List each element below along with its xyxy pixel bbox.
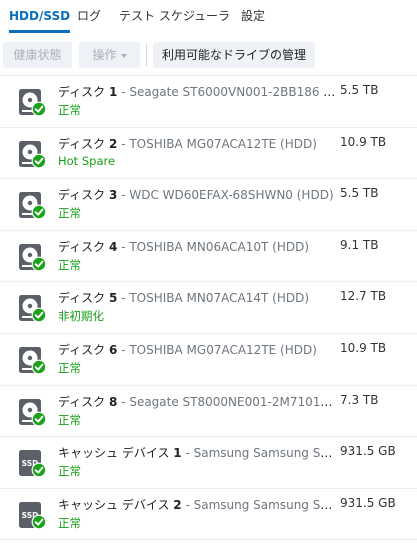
disk-row[interactable]: ディスク 6 - TOSHIBA MG07ACA12TE (HDD) 正常 10.9… — [0, 334, 417, 386]
disk-size: 7.3 TB — [340, 392, 379, 407]
disk-status: Hot Spare — [58, 153, 116, 168]
disk-title: ディスク 3 - WDC WD60EFAX-68SHWN0 (HDD) — [58, 186, 336, 203]
disk-row[interactable]: ディスク 1 - Seagate ST6000VN001-2BB186 (HDD… — [0, 76, 417, 128]
disk-type-label: ディスク — [58, 394, 106, 409]
disk-row[interactable]: ディスク 8 - Seagate ST8000NE001-2M7101 (HDD… — [0, 386, 417, 438]
health-status-button[interactable]: 健康状態 — [3, 42, 72, 68]
disk-number: 6 — [109, 342, 118, 357]
disk-model: - TOSHIBA MG07ACA12TE (HDD) — [121, 342, 317, 357]
disk-row[interactable]: SSD キャッシュ デバイス 1 - Samsung Samsung SSD 9…… — [0, 437, 417, 489]
disk-model: - Seagate ST8000NE001-2M7101 (HDD) — [121, 394, 336, 409]
tab-log[interactable]: ログ — [77, 0, 101, 32]
disk-model: - TOSHIBA MN06ACA10T (HDD) — [121, 239, 310, 254]
chevron-down-icon — [120, 53, 127, 58]
disk-title: ディスク 4 - TOSHIBA MN06ACA10T (HDD) — [58, 238, 336, 255]
disk-number: 4 — [109, 239, 118, 254]
disk-number: 2 — [173, 497, 182, 512]
disk-model: - TOSHIBA MG07ACA12TE (HDD) — [121, 136, 317, 151]
toolbar: 健康状態 操作 利用可能なドライブの管理 — [0, 38, 417, 72]
disk-number: 1 — [109, 85, 118, 99]
disk-title: ディスク 8 - Seagate ST8000NE001-2M7101 (HDD… — [58, 393, 336, 410]
ssd-icon: SSD — [17, 500, 47, 530]
disk-model: - Samsung Samsung SSD 9… — [185, 446, 336, 461]
disk-type-label: キャッシュ デバイス — [58, 497, 170, 512]
hdd-icon — [17, 293, 47, 323]
disk-status: 正常 — [58, 515, 81, 530]
disk-title: ディスク 1 - Seagate ST6000VN001-2BB186 (HDD… — [58, 83, 336, 100]
disk-size: 10.9 TB — [340, 340, 387, 355]
disk-number: 3 — [109, 188, 118, 203]
tab-settings[interactable]: 設定 — [241, 0, 265, 32]
disk-number: 2 — [109, 136, 118, 151]
health-status-label: 健康状態 — [13, 48, 62, 62]
disk-title: キャッシュ デバイス 2 - Samsung Samsung SSD 9… — [58, 496, 336, 513]
disk-size: 931.5 GB — [340, 444, 396, 459]
disk-size: 10.9 TB — [340, 134, 387, 149]
hdd-icon — [17, 345, 47, 375]
action-dropdown-button[interactable]: 操作 — [79, 42, 140, 68]
disk-title: キャッシュ デバイス 1 - Samsung Samsung SSD 9… — [58, 444, 336, 461]
disk-type-label: ディスク — [58, 85, 106, 99]
disk-row[interactable]: SSD キャッシュ デバイス 2 - Samsung Samsung SSD 9…… — [0, 489, 417, 541]
disk-status: 正常 — [58, 412, 81, 427]
disk-row[interactable]: ディスク 5 - TOSHIBA MN07ACA14T (HDD) 非初期化 12.… — [0, 282, 417, 334]
manage-drives-button[interactable]: 利用可能なドライブの管理 — [153, 42, 315, 68]
disk-row[interactable]: ディスク 3 - WDC WD60EFAX-68SHWN0 (HDD) 正常 5.5… — [0, 179, 417, 231]
disk-size: 931.5 GB — [340, 495, 396, 510]
tab-hdd-ssd[interactable]: HDD/SSD — [9, 0, 71, 33]
disk-title: ディスク 5 - TOSHIBA MN07ACA14T (HDD) — [58, 289, 336, 306]
disk-status: 正常 — [58, 464, 81, 479]
action-label: 操作 — [92, 48, 117, 62]
hdd-icon — [17, 190, 47, 220]
ssd-icon: SSD — [17, 448, 47, 478]
disk-number: 1 — [173, 446, 182, 461]
disk-model: - WDC WD60EFAX-68SHWN0 (HDD) — [121, 188, 334, 203]
tab-test-scheduler[interactable]: テスト スケジューラ — [119, 0, 230, 32]
disk-status: 正常 — [58, 360, 81, 375]
disk-list: ディスク 1 - Seagate ST6000VN001-2BB186 (HDD… — [0, 76, 417, 541]
disk-status: 正常 — [58, 103, 81, 117]
disk-type-label: ディスク — [58, 188, 106, 203]
tab-bar: HDD/SSD ログ テスト スケジューラ 設定 — [0, 0, 417, 34]
disk-size: 12.7 TB — [340, 289, 387, 304]
disk-row[interactable]: ディスク 2 - TOSHIBA MG07ACA12TE (HDD) Hot Sp… — [0, 128, 417, 180]
hdd-icon — [17, 87, 47, 117]
disk-title: ディスク 6 - TOSHIBA MG07ACA12TE (HDD) — [58, 341, 336, 358]
hdd-icon — [17, 397, 47, 427]
hdd-icon — [17, 139, 47, 169]
disk-size: 9.1 TB — [340, 237, 379, 252]
disk-number: 5 — [109, 291, 118, 306]
toolbar-divider — [146, 44, 147, 66]
hdd-icon — [17, 242, 47, 272]
disk-model: - TOSHIBA MN07ACA14T (HDD) — [121, 291, 310, 306]
disk-size: 5.5 TB — [340, 186, 379, 201]
disk-title: ディスク 2 - TOSHIBA MG07ACA12TE (HDD) — [58, 135, 336, 152]
disk-row[interactable]: ディスク 4 - TOSHIBA MN06ACA10T (HDD) 正常 9.1 T… — [0, 231, 417, 283]
manage-drives-label: 利用可能なドライブの管理 — [161, 48, 306, 62]
disk-status: 正常 — [58, 257, 81, 272]
disk-status: 正常 — [58, 206, 81, 221]
disk-model: - Samsung Samsung SSD 9… — [185, 497, 336, 512]
disk-type-label: ディスク — [58, 239, 106, 254]
disk-type-label: ディスク — [58, 136, 106, 151]
disk-type-label: ディスク — [58, 342, 106, 357]
disk-size: 5.5 TB — [340, 83, 379, 97]
disk-model: - Seagate ST6000VN001-2BB186 (HDD) — [121, 85, 336, 99]
disk-type-label: キャッシュ デバイス — [58, 446, 170, 461]
disk-type-label: ディスク — [58, 291, 106, 306]
disk-number: 8 — [109, 394, 118, 409]
disk-status: 非初期化 — [58, 309, 104, 324]
